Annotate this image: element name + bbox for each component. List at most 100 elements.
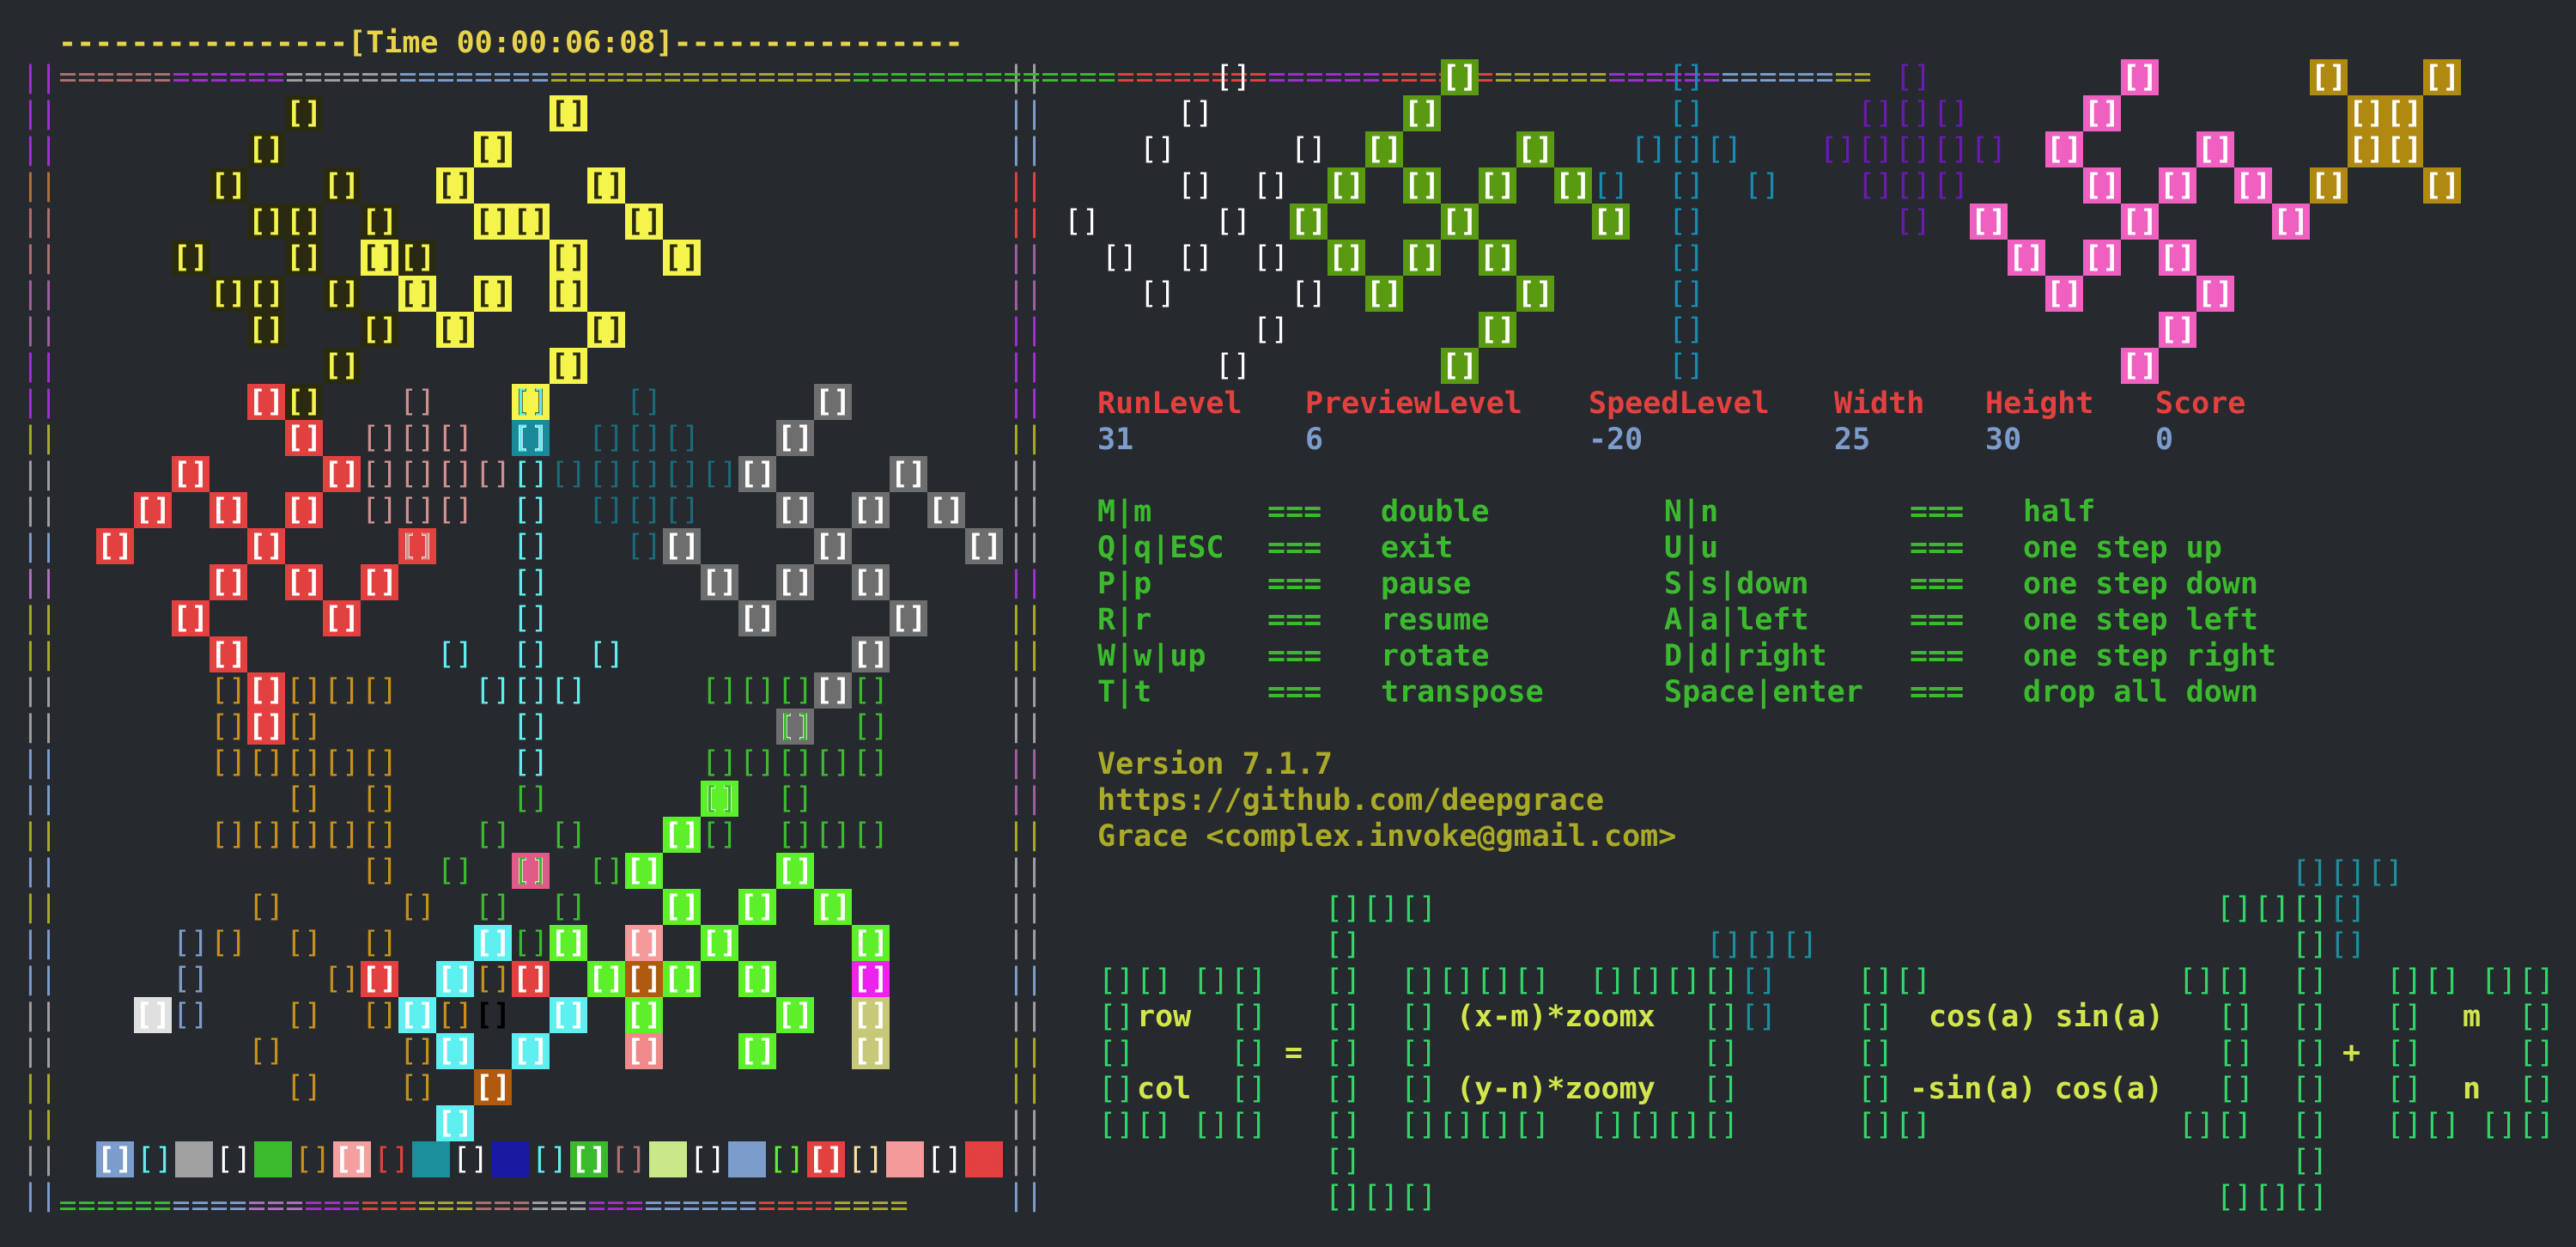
block: [] (436, 961, 474, 997)
top-border: = (493, 60, 512, 94)
matrix-bracket: [] (2423, 964, 2461, 998)
ghost-block: [] (398, 529, 436, 563)
timer: ----------------[Time 00:00:06:08]------… (58, 26, 963, 60)
top-border: = (1267, 60, 1286, 94)
board-wall-right: || (1006, 745, 1044, 780)
formula-col: col (1137, 1072, 1192, 1106)
top-border: = (1286, 60, 1305, 94)
version-text: Version 7.1.7 (1097, 747, 1333, 782)
ghost-block: [] (285, 818, 323, 852)
help-sep2: === (1910, 639, 1965, 673)
board-wall-left: || (21, 890, 58, 924)
ghost-block: [] (610, 1142, 647, 1177)
ghost-block: [] (814, 745, 852, 780)
matrix-bracket: [] (2291, 964, 2329, 998)
block: [] (587, 312, 625, 348)
block: [] (649, 1141, 687, 1177)
preview-block: [] (2083, 240, 2121, 276)
block: [] (247, 131, 285, 167)
top-border: = (342, 60, 361, 94)
bottom-border: = (342, 1189, 361, 1223)
block: [] (550, 276, 587, 312)
bottom-border: = (247, 1189, 266, 1223)
help-key: Q|q|ESC (1097, 531, 1224, 565)
formula-m: m (2463, 1000, 2482, 1034)
board-wall-right: || (1006, 1142, 1044, 1177)
ghost-block: [] (436, 493, 474, 527)
matrix-bracket: [] (1324, 1180, 1362, 1214)
matrix-bracket: [] (2253, 1180, 2291, 1214)
top-border: = (285, 60, 304, 94)
board-wall-left: || (21, 782, 58, 816)
ghost-block: [] (136, 1142, 173, 1177)
preview-block: [] (2348, 95, 2385, 131)
matrix-bracket: [] (1400, 891, 1437, 926)
preview-block: [] (1479, 240, 1516, 276)
preview-ghost: [] (1970, 132, 2008, 167)
block: [] (807, 1141, 845, 1177)
bottom-border: = (795, 1189, 814, 1223)
block: [] (890, 600, 927, 636)
block: [] (814, 528, 852, 564)
ghost-block: [] (587, 457, 625, 491)
block: [] (663, 817, 701, 853)
top-border: = (512, 60, 531, 94)
top-border: = (890, 60, 908, 94)
bottom-border: = (644, 1189, 663, 1223)
matrix-bracket: [] (1740, 1000, 1777, 1034)
block: [] (96, 528, 134, 564)
ghost-block: [] (847, 1142, 884, 1177)
top-border: = (77, 60, 96, 94)
preview-ghost: [] (1063, 204, 1101, 239)
stat-value: 6 (1305, 423, 1324, 457)
matrix-bracket: [] (1324, 1144, 1362, 1178)
help-action2: half (2023, 495, 2096, 529)
stat-value: 30 (1985, 423, 2022, 457)
block: [] (625, 1033, 663, 1069)
block: [] (738, 456, 776, 492)
block: [] (550, 348, 587, 384)
ghost-block: [] (247, 890, 285, 924)
matrix-bracket: [] (2518, 1108, 2555, 1142)
matrix-bracket: [] (1702, 1000, 1740, 1034)
formula-plus: + (2342, 1036, 2361, 1070)
top-border: = (682, 60, 701, 94)
top-border: = (1759, 60, 1777, 94)
board-wall-right: || (1006, 529, 1044, 563)
ghost-block: [] (398, 1034, 436, 1068)
block: [] (550, 240, 587, 276)
board-wall-right: || (1006, 96, 1044, 131)
block: [] (285, 420, 323, 456)
top-border: = (1589, 60, 1607, 94)
matrix-bracket: [] (1894, 964, 1932, 998)
board-wall-left: || (21, 998, 58, 1032)
ghost-block: [] (172, 962, 210, 996)
block: [] (852, 492, 890, 528)
block: [] (134, 492, 172, 528)
preview-block: [] (2121, 348, 2159, 384)
ghost-block: [] (512, 457, 550, 491)
block: [] (247, 672, 285, 709)
matrix-bracket: [] (2518, 1036, 2555, 1070)
preview-ghost: [] (1630, 132, 1668, 167)
ghost-block: [] (361, 782, 398, 816)
ghost-block: [] (285, 745, 323, 780)
top-border: = (417, 60, 436, 94)
board-wall-right: || (1006, 926, 1044, 960)
stat-label: RunLevel (1097, 386, 1242, 421)
top-border: = (1740, 60, 1759, 94)
matrix-bracket: [] (1400, 1000, 1437, 1034)
top-border: = (1362, 60, 1381, 94)
top-border: = (1400, 60, 1419, 94)
ghost-block: [] (663, 421, 701, 455)
bottom-border: = (417, 1189, 436, 1223)
repo-url[interactable]: https://github.com/deepgrace (1097, 782, 1604, 818)
bottom-border: = (682, 1189, 701, 1223)
ghost-block: [] (323, 818, 361, 852)
ghost-block: [] (398, 493, 436, 527)
matrix-bracket: [] (2366, 855, 2404, 890)
help-key2: D|d|right (1664, 639, 1827, 673)
bottom-border: = (210, 1189, 228, 1223)
board-wall-right: || (1006, 1070, 1044, 1104)
matrix-bracket: [] (1230, 1036, 1267, 1070)
